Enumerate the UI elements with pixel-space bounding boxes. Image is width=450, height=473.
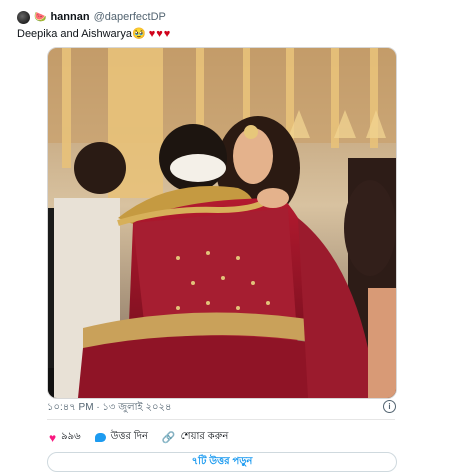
link-icon: 🔗 (161, 432, 176, 444)
like-count: ৯৯৬ (61, 431, 81, 442)
speech-bubble-icon (94, 433, 106, 442)
like-button[interactable]: ♥ ৯৯৬ (49, 429, 81, 446)
info-icon[interactable]: i (383, 400, 396, 413)
tweet-text-row: Deepika and Aishwarya🥹 ♥♥♥ (17, 27, 171, 40)
display-name[interactable]: hannan (50, 11, 89, 23)
tweet-media[interactable] (47, 47, 397, 399)
reply-label: উত্তর দিন (110, 431, 148, 442)
actions-bar: ♥ ৯৯৬ উত্তর দিন 🔗 শেয়ার করুন (49, 429, 228, 446)
share-button[interactable]: 🔗 শেয়ার করুন (162, 429, 228, 446)
read-replies-button[interactable]: ৭টি উত্তর পড়ুন (47, 452, 397, 472)
reply-button[interactable]: উত্তর দিন (94, 429, 148, 446)
tweet-text: Deepika and Aishwarya (17, 28, 132, 40)
heart-icon: ♥ (49, 430, 57, 445)
pleading-face-emoji: 🥹 (131, 28, 146, 40)
page-frame: 🍉 hannan @daperfectDP Deepika and Aishwa… (0, 0, 450, 473)
watermelon-icon: 🍉 (34, 11, 47, 23)
tweet-header: 🍉 hannan @daperfectDP (17, 9, 166, 25)
right-gutter (407, 0, 450, 473)
hearts: ♥♥♥ (148, 28, 172, 40)
divider (47, 419, 395, 420)
tweet-timestamp[interactable]: ১০:৪৭ PM · ১৩ জুলাই ২০২৪ (47, 400, 171, 417)
left-gutter (0, 0, 39, 473)
media-image (48, 48, 396, 398)
user-handle[interactable]: @daperfectDP (94, 11, 166, 23)
avatar[interactable] (17, 10, 30, 24)
share-label: শেয়ার করুন (180, 431, 229, 442)
